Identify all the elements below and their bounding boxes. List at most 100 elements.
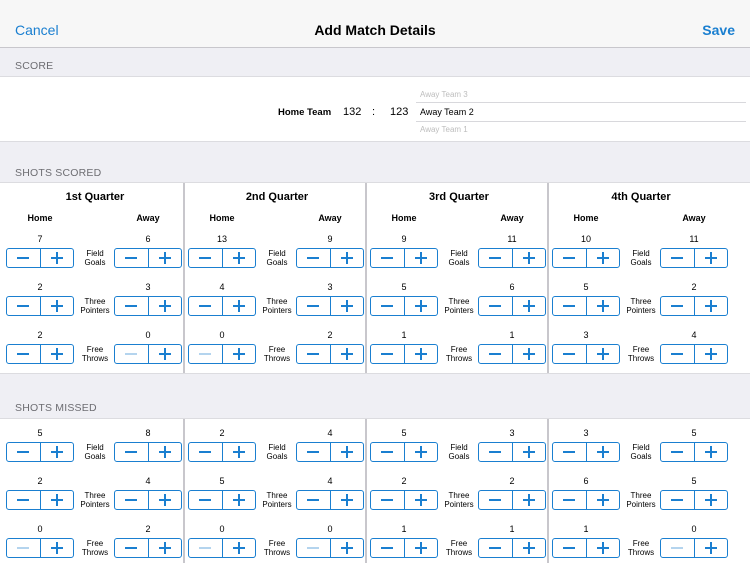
decrement-button[interactable]	[115, 491, 148, 509]
away-stepper[interactable]	[660, 538, 728, 558]
away-stepper[interactable]	[660, 344, 728, 364]
away-stepper[interactable]	[660, 296, 728, 316]
increment-button[interactable]	[511, 491, 546, 509]
increment-button[interactable]	[221, 539, 256, 557]
away-stepper[interactable]	[478, 538, 546, 558]
decrement-button[interactable]	[115, 297, 148, 315]
increment-button[interactable]	[693, 345, 728, 363]
increment-button[interactable]	[329, 443, 364, 461]
increment-button[interactable]	[511, 345, 546, 363]
decrement-button[interactable]	[189, 345, 222, 363]
away-stepper[interactable]	[478, 296, 546, 316]
decrement-button[interactable]	[479, 297, 512, 315]
increment-button[interactable]	[403, 249, 438, 267]
decrement-button[interactable]	[661, 443, 694, 461]
decrement-button[interactable]	[479, 345, 512, 363]
increment-button[interactable]	[693, 491, 728, 509]
decrement-button[interactable]	[297, 297, 330, 315]
decrement-button[interactable]	[297, 249, 330, 267]
increment-button[interactable]	[147, 443, 182, 461]
decrement-button[interactable]	[297, 345, 330, 363]
home-stepper[interactable]	[6, 538, 74, 558]
increment-button[interactable]	[39, 297, 74, 315]
increment-button[interactable]	[147, 345, 182, 363]
home-stepper[interactable]	[552, 490, 620, 510]
home-stepper[interactable]	[6, 344, 74, 364]
decrement-button[interactable]	[297, 539, 330, 557]
increment-button[interactable]	[693, 443, 728, 461]
increment-button[interactable]	[39, 491, 74, 509]
increment-button[interactable]	[585, 249, 620, 267]
increment-button[interactable]	[147, 249, 182, 267]
home-stepper[interactable]	[370, 344, 438, 364]
picker-option[interactable]: Away Team 3	[420, 90, 468, 99]
home-stepper[interactable]	[6, 248, 74, 268]
increment-button[interactable]	[221, 297, 256, 315]
increment-button[interactable]	[221, 443, 256, 461]
home-stepper[interactable]	[188, 490, 256, 510]
home-stepper[interactable]	[6, 490, 74, 510]
increment-button[interactable]	[221, 345, 256, 363]
away-stepper[interactable]	[296, 248, 364, 268]
away-stepper[interactable]	[296, 442, 364, 462]
increment-button[interactable]	[221, 249, 256, 267]
decrement-button[interactable]	[479, 249, 512, 267]
increment-button[interactable]	[511, 539, 546, 557]
decrement-button[interactable]	[7, 491, 40, 509]
increment-button[interactable]	[329, 297, 364, 315]
decrement-button[interactable]	[661, 491, 694, 509]
increment-button[interactable]	[403, 297, 438, 315]
increment-button[interactable]	[511, 297, 546, 315]
away-stepper[interactable]	[114, 490, 182, 510]
increment-button[interactable]	[329, 249, 364, 267]
home-stepper[interactable]	[370, 296, 438, 316]
home-stepper[interactable]	[188, 344, 256, 364]
home-stepper[interactable]	[370, 248, 438, 268]
home-stepper[interactable]	[370, 442, 438, 462]
decrement-button[interactable]	[479, 491, 512, 509]
decrement-button[interactable]	[371, 443, 404, 461]
decrement-button[interactable]	[553, 297, 586, 315]
increment-button[interactable]	[329, 539, 364, 557]
decrement-button[interactable]	[371, 345, 404, 363]
decrement-button[interactable]	[115, 443, 148, 461]
picker-selected-option[interactable]: Away Team 2	[420, 107, 474, 117]
increment-button[interactable]	[403, 443, 438, 461]
home-stepper[interactable]	[188, 442, 256, 462]
increment-button[interactable]	[511, 443, 546, 461]
increment-button[interactable]	[39, 539, 74, 557]
increment-button[interactable]	[693, 249, 728, 267]
decrement-button[interactable]	[189, 249, 222, 267]
decrement-button[interactable]	[371, 297, 404, 315]
increment-button[interactable]	[147, 297, 182, 315]
decrement-button[interactable]	[661, 249, 694, 267]
home-stepper[interactable]	[552, 296, 620, 316]
increment-button[interactable]	[585, 297, 620, 315]
increment-button[interactable]	[329, 491, 364, 509]
decrement-button[interactable]	[7, 443, 40, 461]
decrement-button[interactable]	[553, 345, 586, 363]
save-button[interactable]: Save	[702, 22, 735, 38]
decrement-button[interactable]	[297, 443, 330, 461]
increment-button[interactable]	[403, 491, 438, 509]
decrement-button[interactable]	[661, 297, 694, 315]
decrement-button[interactable]	[371, 539, 404, 557]
home-stepper[interactable]	[552, 538, 620, 558]
away-stepper[interactable]	[478, 490, 546, 510]
decrement-button[interactable]	[479, 443, 512, 461]
home-stepper[interactable]	[188, 248, 256, 268]
decrement-button[interactable]	[189, 539, 222, 557]
decrement-button[interactable]	[371, 491, 404, 509]
increment-button[interactable]	[403, 345, 438, 363]
increment-button[interactable]	[147, 539, 182, 557]
away-stepper[interactable]	[660, 490, 728, 510]
home-stepper[interactable]	[6, 296, 74, 316]
decrement-button[interactable]	[553, 443, 586, 461]
increment-button[interactable]	[511, 249, 546, 267]
home-stepper[interactable]	[370, 538, 438, 558]
increment-button[interactable]	[693, 297, 728, 315]
decrement-button[interactable]	[661, 539, 694, 557]
away-stepper[interactable]	[478, 248, 546, 268]
away-team-picker[interactable]: Away Team 3 Away Team 2 Away Team 1	[416, 87, 746, 137]
decrement-button[interactable]	[7, 539, 40, 557]
